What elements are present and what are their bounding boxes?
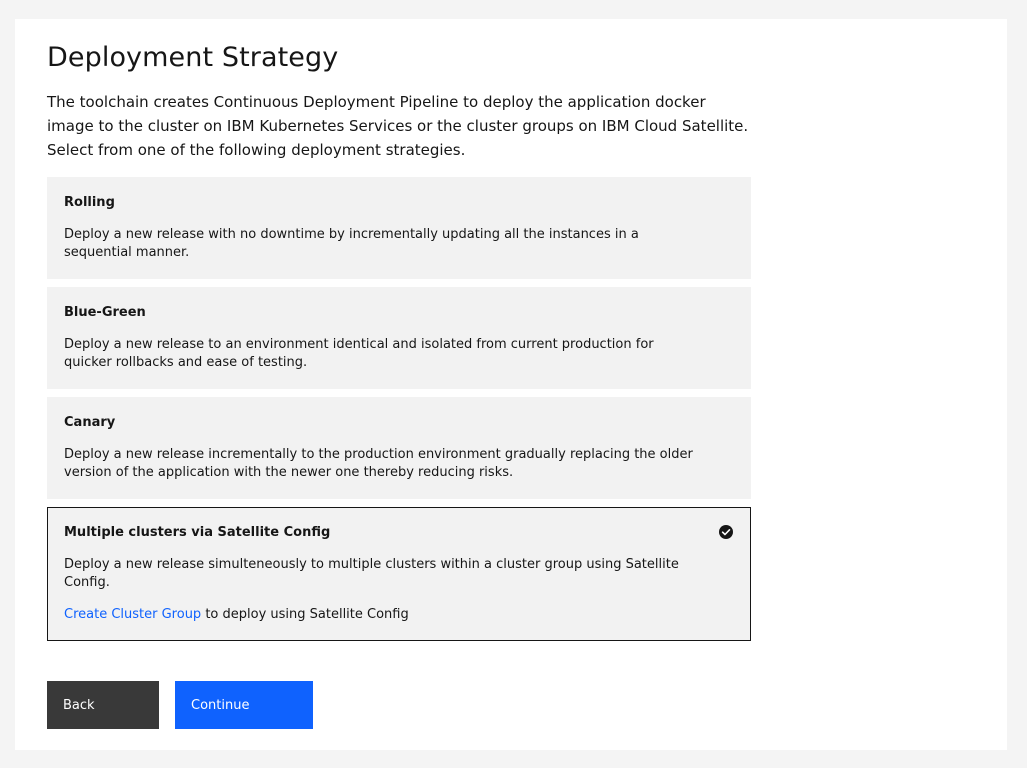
strategy-tile-canary[interactable]: Canary Deploy a new release incrementall… <box>47 397 751 499</box>
cluster-group-note-text: to deploy using Satellite Config <box>201 607 409 622</box>
back-button[interactable]: Back <box>47 681 159 729</box>
action-bar: Back Continue <box>47 681 313 729</box>
page-title: Deployment Strategy <box>47 42 339 73</box>
strategy-tile-group: Rolling Deploy a new release with no dow… <box>47 177 751 649</box>
strategy-title: Blue-Green <box>64 305 146 320</box>
strategy-title: Rolling <box>64 195 115 210</box>
strategy-title: Multiple clusters via Satellite Config <box>64 525 331 540</box>
checkmark-filled-icon <box>719 525 733 539</box>
strategy-description: Deploy a new release to an environment i… <box>64 337 654 370</box>
deployment-strategy-panel: Deployment Strategy The toolchain create… <box>15 19 1007 750</box>
strategy-description: Deploy a new release simulteneously to m… <box>64 557 679 590</box>
continue-button[interactable]: Continue <box>175 681 313 729</box>
create-cluster-group-link[interactable]: Create Cluster Group <box>64 607 201 622</box>
page-intro: The toolchain creates Continuous Deploym… <box>47 93 749 159</box>
cluster-group-note: Create Cluster Group to deploy using Sat… <box>64 606 734 624</box>
strategy-description: Deploy a new release with no downtime by… <box>64 227 639 260</box>
strategy-tile-multiple-clusters[interactable]: Multiple clusters via Satellite Config D… <box>47 507 751 641</box>
strategy-description: Deploy a new release incrementally to th… <box>64 447 693 480</box>
strategy-tile-rolling[interactable]: Rolling Deploy a new release with no dow… <box>47 177 751 279</box>
strategy-title: Canary <box>64 415 116 430</box>
strategy-tile-blue-green[interactable]: Blue-Green Deploy a new release to an en… <box>47 287 751 389</box>
